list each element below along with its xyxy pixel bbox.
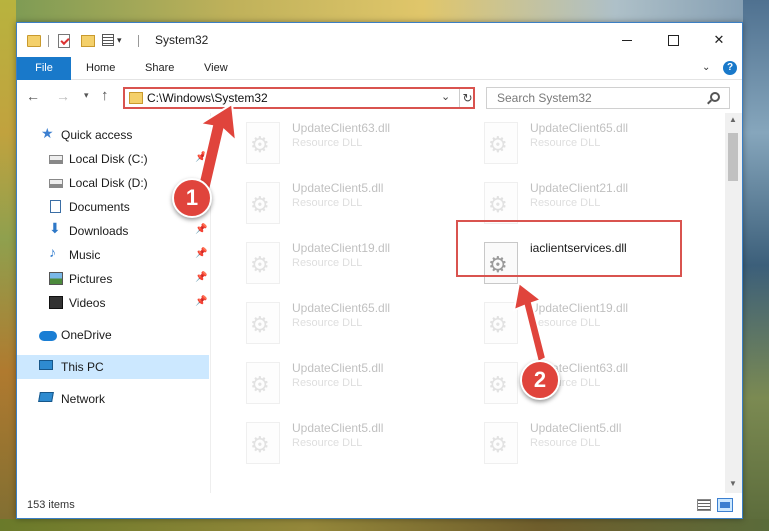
- callout-2: 2: [520, 360, 560, 400]
- arrow-1: [196, 102, 238, 192]
- arrow-2: [512, 281, 548, 364]
- callout-1: 1: [172, 178, 212, 218]
- annotation-arrows: [196, 102, 548, 364]
